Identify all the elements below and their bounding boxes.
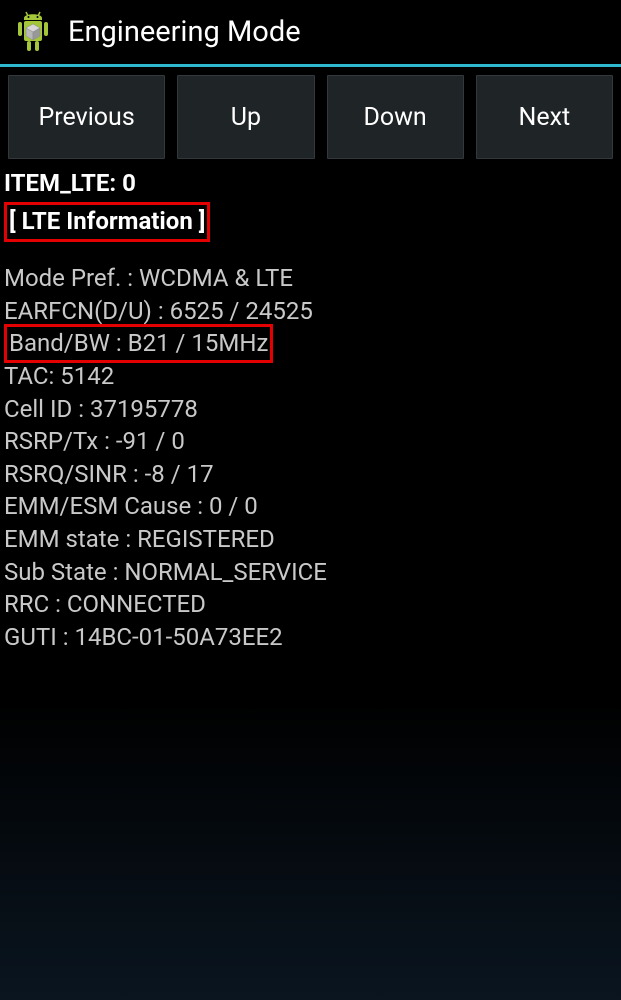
sub-state-row: Sub State : NORMAL_SERVICE (4, 556, 617, 589)
emm-esm-cause-row: EMM/ESM Cause : 0 / 0 (4, 490, 617, 523)
guti-row: GUTI : 14BC-01-50A73EE2 (4, 621, 617, 654)
rsrp-tx-row: RSRP/Tx : -91 / 0 (4, 425, 617, 458)
nav-button-row: Previous Up Down Next (0, 67, 621, 167)
content-area: ITEM_LTE: 0 [ LTE Information ] Mode Pre… (0, 167, 621, 654)
earfcn-row: EARFCN(D/U) : 6525 / 24525 (4, 295, 617, 328)
down-button[interactable]: Down (327, 75, 464, 159)
android-icon (12, 8, 54, 56)
rrc-row: RRC : CONNECTED (4, 588, 617, 621)
previous-button[interactable]: Previous (8, 75, 165, 159)
app-header: Engineering Mode (0, 0, 621, 67)
section-title-lte-info: [ LTE Information ] (4, 202, 210, 242)
next-button[interactable]: Next (476, 75, 613, 159)
band-bw-row: Band/BW : B21 / 15MHz (4, 324, 273, 363)
cell-id-row: Cell ID : 37195778 (4, 393, 617, 426)
app-title: Engineering Mode (68, 15, 301, 49)
emm-state-row: EMM state : REGISTERED (4, 523, 617, 556)
item-label: ITEM_LTE: 0 (4, 167, 617, 200)
rsrq-sinr-row: RSRQ/SINR : -8 / 17 (4, 458, 617, 491)
mode-pref-row: Mode Pref. : WCDMA & LTE (4, 262, 617, 295)
up-button[interactable]: Up (177, 75, 314, 159)
tac-row: TAC: 5142 (4, 360, 617, 393)
